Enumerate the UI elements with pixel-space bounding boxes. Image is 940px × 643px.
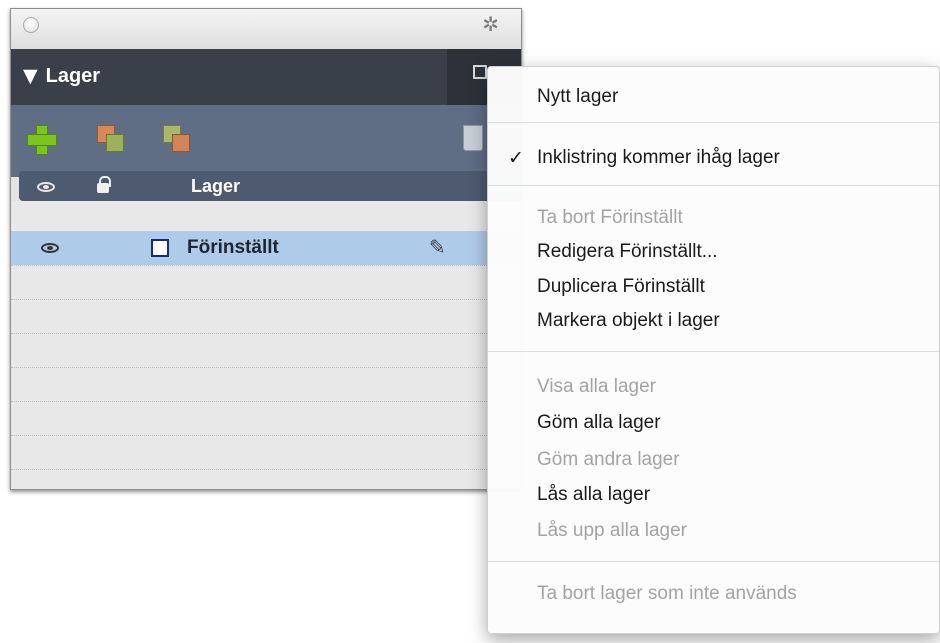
menu-item-delete-unused-layers[interactable]: Ta bort lager som inte används xyxy=(537,582,797,606)
layer-color-swatch xyxy=(151,239,169,257)
panel-title: Lager xyxy=(45,65,101,87)
disclosure-triangle-icon[interactable]: ▼ xyxy=(23,65,38,87)
layer-row[interactable]: Förinställt ✎ xyxy=(11,231,521,265)
layers-panel: ✲ ▼ Lager Lager Förinställt ✎ xyxy=(10,8,522,490)
layer-columns-header: Lager xyxy=(19,171,521,201)
menu-item-hide-other-layers[interactable]: Göm andra lager xyxy=(537,448,680,472)
menu-item-delete-layer[interactable]: Ta bort Förinställt xyxy=(537,206,683,230)
panel-tab-lager[interactable]: ▼ Lager xyxy=(23,65,100,88)
checkmark-icon: ✓ xyxy=(508,147,524,169)
menu-item-edit-layer[interactable]: Redigera Förinställt... xyxy=(537,240,718,264)
menu-separator xyxy=(488,561,939,562)
menu-item-select-objects-in-layer[interactable]: Markera objekt i lager xyxy=(537,309,720,333)
menu-item-unlock-all-layers[interactable]: Lås upp alla lager xyxy=(537,519,687,543)
new-layer-icon[interactable] xyxy=(27,125,57,155)
menu-separator xyxy=(488,351,939,352)
lock-column-icon xyxy=(97,176,111,193)
gear-icon[interactable]: ✲ xyxy=(482,14,499,34)
menu-item-duplicate-layer[interactable]: Duplicera Förinställt xyxy=(537,275,705,299)
duplicate-layer-icon[interactable] xyxy=(97,125,125,153)
menu-item-new-layer[interactable]: Nytt lager xyxy=(537,85,618,109)
visibility-column-eye-icon xyxy=(37,182,55,192)
layer-visibility-eye-icon[interactable] xyxy=(41,243,59,253)
menu-separator xyxy=(488,185,939,186)
menu-item-hide-all-layers[interactable]: Göm alla lager xyxy=(537,411,661,435)
panel-tab-header: ▼ Lager xyxy=(11,49,521,105)
layer-toolbar xyxy=(11,105,521,177)
panel-titlebar: ✲ xyxy=(11,9,521,49)
layer-column-label: Lager xyxy=(191,176,241,196)
panel-menu-icon xyxy=(473,65,487,79)
layers-panel-menu: Nytt lager ✓ Inklistring kommer ihåg lag… xyxy=(487,66,940,634)
menu-separator xyxy=(488,122,939,123)
close-icon[interactable] xyxy=(23,17,39,33)
layer-list: Förinställt ✎ xyxy=(11,201,521,489)
layer-name[interactable]: Förinställt xyxy=(187,237,279,259)
pencil-icon: ✎ xyxy=(429,235,446,259)
menu-item-lock-all-layers[interactable]: Lås alla lager xyxy=(537,483,650,507)
merge-layers-icon[interactable] xyxy=(163,125,191,153)
menu-item-show-all-layers[interactable]: Visa alla lager xyxy=(537,375,656,399)
trash-icon[interactable] xyxy=(463,125,483,151)
menu-item-paste-remembers-layers[interactable]: Inklistring kommer ihåg lager xyxy=(537,146,780,170)
